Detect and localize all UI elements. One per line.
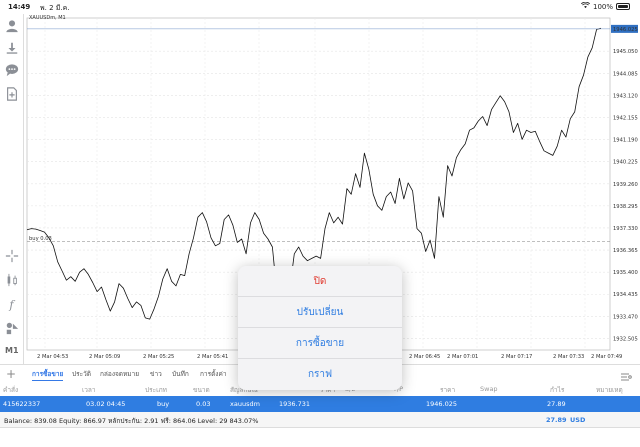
price-tick-label: 1934.435 [613,292,638,298]
battery-percent: 100% [592,2,613,11]
candles-icon[interactable] [4,272,20,288]
time-tick-label: 2 Mar 06:45 [409,354,440,360]
total-profit: 27.89 [546,416,567,424]
price-tick-label: 1937.330 [613,226,638,232]
trade-button[interactable]: การซื้อขาย [238,328,402,359]
time-tick-label: 2 Mar 05:09 [89,354,120,360]
price-tick-label: 1941.190 [613,138,638,144]
timeframe-button[interactable]: M1 [5,346,19,355]
status-time: 14:49 [8,3,31,11]
price-tick-label: 1932.505 [613,336,638,342]
time-tick-label: 2 Mar 05:41 [197,354,228,360]
status-bar: 14:49 พ. 2 มี.ค. 100% [0,0,640,14]
order-symbol: xauusdm [230,400,260,408]
current-price-label: 1946.025 [613,27,638,33]
price-tick-label: 1942.155 [613,115,638,121]
price-tick-label: 1944.085 [613,71,638,77]
order-volume: 0.03 [196,400,211,408]
order-type: buy [157,400,170,408]
price-tick-label: 1943.120 [613,93,638,99]
order-time: 03.02 04:45 [86,400,126,408]
price-tick-label: 1938.295 [613,204,638,210]
time-tick-label: 2 Mar 07:49 [591,354,622,360]
price-tick-label: 1933.470 [613,314,638,320]
objects-icon[interactable] [4,320,20,336]
price-tick-label: 1939.260 [613,182,638,188]
order-open-price: 1936.731 [279,400,311,408]
close-order-button[interactable]: ปิด [238,266,402,297]
col-profit: กำไร [550,386,565,394]
profit-currency: USD [570,416,586,424]
svg-text:f: f [8,297,15,311]
price-tick-label: 1935.400 [613,270,638,276]
list-settings-icon[interactable] [620,368,632,381]
balance-bar: Balance: 839.08 Equity: 866.97 หลักประกั… [0,412,640,428]
table-row[interactable]: 415622337 03.02 04:45 buy 0.03 xauusdm 1… [0,396,640,412]
download-icon[interactable] [4,40,20,56]
time-tick-label: 2 Mar 07:33 [553,354,584,360]
function-icon[interactable]: f [4,296,20,312]
account-icon[interactable] [4,18,20,34]
left-toolbar: f M1 [0,14,24,382]
tab-mailbox[interactable]: กล่องจดหมาย [100,369,139,379]
chat-icon[interactable] [4,62,20,78]
battery-icon [616,3,630,10]
time-tick-label: 2 Mar 05:25 [143,354,174,360]
status-date: พ. 2 มี.ค. [40,4,70,12]
add-icon[interactable]: + [6,367,16,381]
add-document-icon[interactable] [4,86,20,102]
balance-text: Balance: 839.08 Equity: 866.97 หลักประกั… [4,417,259,425]
price-tick-label: 1940.225 [613,160,638,166]
col-type: ประเภท [145,386,167,394]
tab-settings[interactable]: การตั้งค่า [200,369,226,379]
time-tick-label: 2 Mar 07:17 [501,354,532,360]
crosshair-icon[interactable] [4,248,20,264]
chart-title: XAUUSDm, M1 [29,15,66,21]
modify-order-button[interactable]: ปรับเปลี่ยน [238,297,402,328]
order-current-price: 1946.025 [426,400,458,408]
col-volume: ขนาด [193,386,210,394]
col-price: ราคา [440,386,456,394]
tab-journal[interactable]: บันทึก [172,369,189,379]
tab-trade[interactable]: การซื้อขาย [32,369,64,381]
tab-history[interactable]: ประวัติ [72,369,91,379]
order-ticket: 415622337 [3,400,41,408]
tab-news[interactable]: ข่าว [150,369,162,379]
status-right: 100% [580,1,630,11]
order-profit: 27.89 [547,400,566,408]
col-comment: หมายเหตุ [596,386,623,394]
chart-button[interactable]: กราฟ [238,359,402,390]
time-tick-label: 2 Mar 07:01 [447,354,478,360]
price-tick-label: 1945.050 [613,49,638,55]
wifi-icon [580,1,590,11]
col-order: คำสั่ง [3,386,19,394]
order-action-menu: ปิด ปรับเปลี่ยน การซื้อขาย กราฟ [238,266,402,390]
col-time: เวลา [82,386,96,394]
col-swap: Swap [480,385,498,393]
time-tick-label: 2 Mar 04:53 [37,354,68,360]
price-tick-label: 1936.365 [613,248,638,254]
